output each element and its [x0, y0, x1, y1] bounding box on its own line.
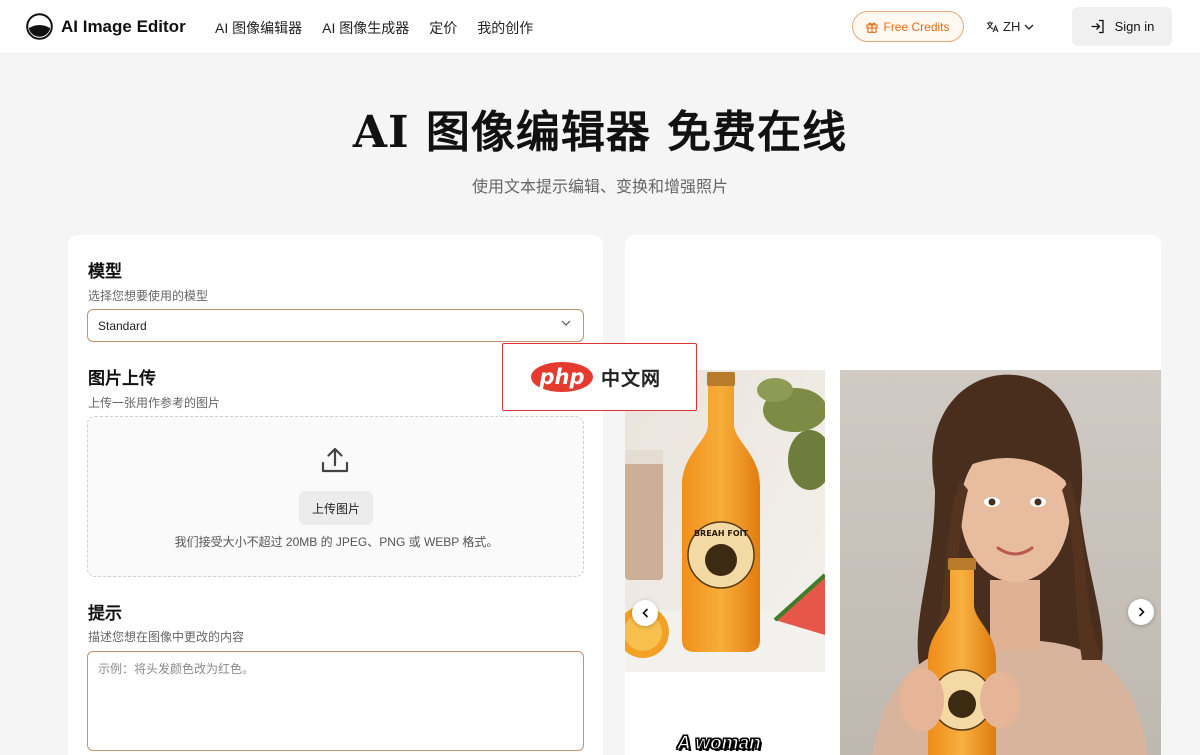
bottle-label-text: BREAH FOIT: [694, 529, 749, 538]
chevron-right-icon: [1138, 607, 1145, 617]
model-section-desc: 选择您想要使用的模型: [88, 289, 209, 303]
upload-format-note: 我们接受大小不超过 20MB 的 JPEG、PNG 或 WEBP 格式。: [174, 535, 499, 549]
model-section-title: 模型: [88, 262, 122, 281]
example-image-woman: [840, 370, 1161, 755]
upload-image-button[interactable]: 上传图片: [299, 491, 373, 525]
page-subtitle: 使用文本提示编辑、变换和增强照片: [471, 179, 728, 196]
language-switcher[interactable]: ZH: [986, 19, 1034, 34]
image-upload-dropzone[interactable]: 上传图片 我们接受大小不超过 20MB 的 JPEG、PNG 或 WEBP 格式…: [87, 416, 584, 577]
chevron-down-icon: [561, 320, 571, 326]
prompt-textarea[interactable]: [87, 651, 584, 751]
nav-ai-image-generator[interactable]: AI 图像生成器: [322, 18, 409, 38]
php-cn-watermark: php 中文网: [502, 343, 697, 411]
model-select[interactable]: Standard: [87, 309, 584, 342]
woman-photo: [840, 370, 1161, 755]
carousel-prev-button[interactable]: [632, 600, 658, 626]
sign-in-icon: [1091, 19, 1104, 34]
prompt-section-title: 提示: [88, 604, 122, 623]
logo-icon: [26, 13, 53, 40]
upload-icon: [321, 447, 349, 473]
carousel-next-button[interactable]: [1128, 599, 1154, 625]
top-header: AI Image Editor AI 图像编辑器 AI 图像生成器 定价 我的创…: [0, 0, 1200, 54]
editor-form-panel: 模型 选择您想要使用的模型 Standard 图片上传 上传一张用作参考的图片 …: [68, 235, 603, 755]
upload-section-title: 图片上传: [88, 369, 156, 388]
model-select-value: Standard: [98, 318, 147, 333]
watermark-text: 中文网: [601, 368, 662, 390]
chevron-down-icon: [1024, 24, 1034, 30]
nav-pricing[interactable]: 定价: [429, 18, 457, 38]
nav-my-creations[interactable]: 我的创作: [477, 18, 533, 38]
free-credits-label: Free Credits: [883, 19, 950, 34]
sign-in-button[interactable]: Sign in: [1072, 7, 1172, 46]
bottle-photo: BREAH FOIT: [625, 370, 825, 672]
sign-in-label: Sign in: [1114, 19, 1155, 34]
prompt-section-desc: 描述您想在图像中更改的内容: [88, 630, 245, 644]
free-credits-button[interactable]: Free Credits: [852, 11, 964, 42]
language-label: ZH: [1003, 19, 1021, 34]
nav-ai-image-editor[interactable]: AI 图像编辑器: [215, 18, 302, 38]
gift-icon: [866, 22, 879, 33]
example-caption: A woman: [677, 733, 762, 755]
logo-text: AI Image Editor: [61, 16, 186, 36]
logo[interactable]: AI Image Editor: [26, 13, 186, 40]
preview-panel: BREAH FOIT A woman: [625, 235, 1161, 755]
chevron-left-icon: [641, 608, 648, 618]
main-nav: AI 图像编辑器 AI 图像生成器 定价 我的创作: [215, 18, 553, 38]
example-image-bottle: BREAH FOIT: [625, 370, 825, 672]
upload-section-desc: 上传一张用作参考的图片: [88, 396, 221, 410]
translate-icon: [986, 21, 999, 33]
page-title: AI 图像编辑器 免费在线: [352, 107, 848, 158]
watermark-badge: php: [531, 362, 593, 392]
